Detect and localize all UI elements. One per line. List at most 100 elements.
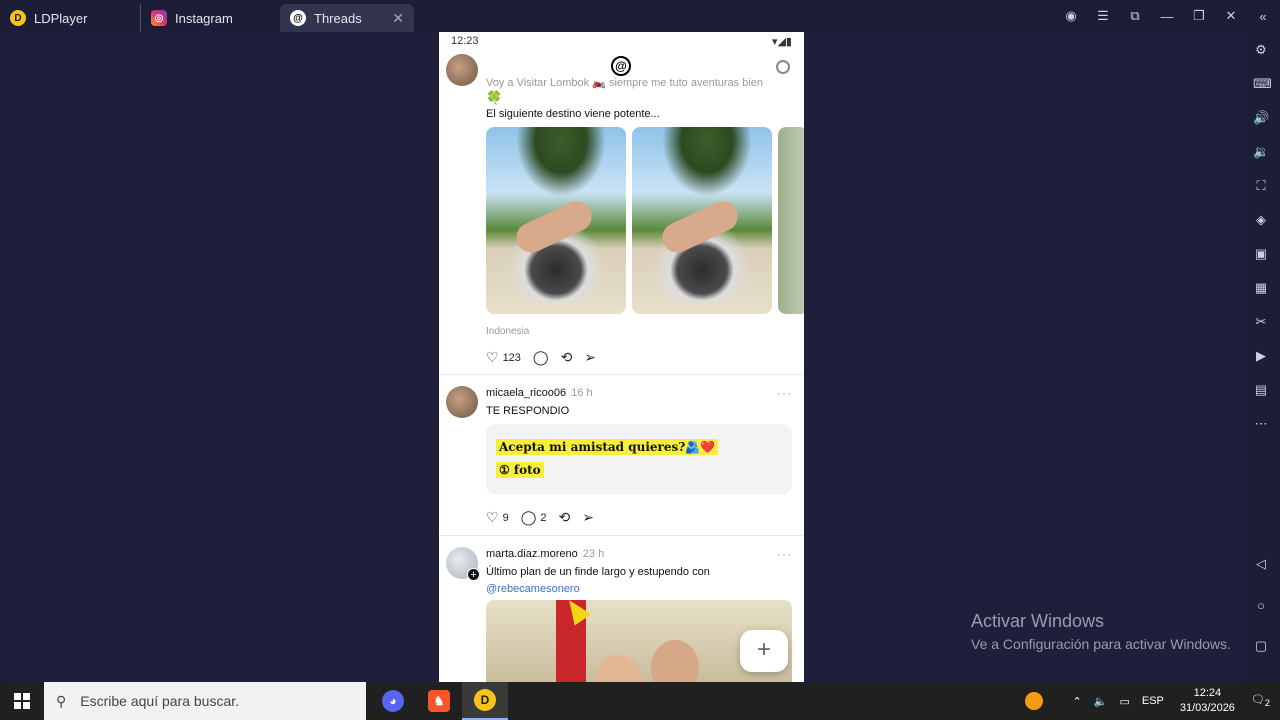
reply-button[interactable]: ◯ 2 [521,509,547,526]
volume-down-icon[interactable]: 🔉 [1253,144,1269,160]
search-icon: ⚲ [56,692,67,709]
notifications-icon[interactable]: 🗨2 [1251,693,1270,708]
reply-count: 2 [540,511,547,524]
post-text: Último plan de un finde largo y estupend… [486,566,710,578]
more-icon[interactable]: ··· [777,386,792,400]
record-video-icon[interactable]: ▶ [1253,348,1269,364]
post-actions: ♡ 123 ◯ ⟲ ➢ [486,349,596,366]
account-icon[interactable]: ◉ [1064,8,1078,24]
heart-icon: ♡ [486,349,499,365]
share-button[interactable]: ➢ [584,349,596,366]
ldplayer-app[interactable]: D [462,682,508,720]
brave-app[interactable]: ♞ [416,682,462,720]
send-icon: ➢ [584,349,597,365]
start-button[interactable] [0,682,44,720]
quoted-image[interactable]: Acepta mi amistad quieres?🫂❤️ ① foto [486,424,792,494]
language-indicator[interactable]: ESP [1142,695,1164,707]
tab-threads[interactable]: @ Threads ✕ [280,4,414,32]
phone-screen: 12:23 ▾◢▮ ☰ @ Voy a Visitar Lombok 🏍️ si… [439,32,804,682]
threads-icon: @ [290,10,306,26]
more-icon[interactable]: ··· [777,547,792,561]
divider [439,535,804,536]
palm-tree [516,127,606,197]
username[interactable]: marta.diaz.moreno [486,548,578,560]
chevron-up-icon[interactable]: ⌃ [1073,695,1082,708]
comment-icon: ◯ [520,509,537,525]
android-back-icon[interactable]: ◁ [1253,556,1269,572]
tab-ldplayer[interactable]: D LDPlayer [0,4,140,32]
photo-carousel[interactable] [486,127,804,314]
close-window-icon[interactable]: ✕ [1224,8,1238,24]
more-options-icon[interactable]: ⋯ [1253,416,1269,432]
clock-time: 12:24 [1193,687,1222,699]
orange-app-icon[interactable] [1024,692,1043,710]
watermark-subtitle: Ve a Configuración para activar Windows. [971,636,1231,652]
heart-icon: ♡ [486,509,499,525]
avatar[interactable] [446,386,478,418]
send-icon: ➢ [582,509,594,525]
avatar[interactable] [446,54,478,86]
windows-activation-watermark: Activar Windows Ve a Configuración para … [971,611,1231,652]
tab-instagram[interactable]: ◎ Instagram [140,4,280,32]
minimize-icon[interactable]: — [1160,9,1174,24]
like-button[interactable]: ♡ 9 [486,509,509,526]
speaker-icon[interactable]: 🔈 [1094,695,1108,708]
repost-button[interactable]: ⟲ [558,509,570,526]
threads-logo-icon[interactable]: @ [611,56,631,76]
reply-button[interactable]: ◯ [533,349,549,366]
close-tab-icon[interactable]: ✕ [392,10,404,27]
post-location[interactable]: Indonesia [486,326,529,337]
apk-install-icon[interactable]: ▦ [1253,280,1269,296]
watermark-title: Activar Windows [971,611,1105,631]
username[interactable]: micaela_ricoo06 [486,387,566,399]
sync-icon[interactable]: ▤ [1253,382,1269,398]
new-thread-button[interactable]: + [740,630,788,672]
keyboard-icon[interactable]: ⌨ [1253,76,1272,92]
fullscreen-icon[interactable]: ⛶ [1253,178,1269,194]
post-time: 16 h [571,387,593,399]
post-photo[interactable] [778,127,804,314]
discord-icon: ◕ [382,690,404,712]
share-button[interactable]: ➢ [582,509,594,526]
post-username[interactable]: marta.diaz.moreno 23 h [486,548,604,560]
maximize-icon[interactable]: ❐ [1192,8,1206,24]
status-time: 12:23 [451,35,479,47]
notification-count: 2 [1264,698,1270,709]
network-icon[interactable]: ▭ [1119,695,1129,708]
clover-emoji: 🍀 [486,90,503,105]
left-edge [0,32,6,682]
repost-icon: ⟲ [560,349,573,365]
taskbar-search[interactable]: ⚲ Escribe aquí para buscar. [44,682,366,720]
emulator-toolbar: ⚙ ⌨ 🔊 🔉 ⛶ ◈ ▣ ▦ ✂ ▶ ▤ ⋯ ◁ ○ ▢ [1242,32,1280,682]
taskbar-clock[interactable]: 12:24 31/03/2026 [1180,686,1235,716]
settings-icon[interactable]: ⚙ [1253,42,1269,58]
android-recents-icon[interactable]: ▢ [1253,638,1269,654]
discord-app[interactable]: ◕ [370,682,416,720]
repost-button[interactable]: ⟲ [561,349,573,366]
follow-plus-icon[interactable]: + [467,568,480,581]
tab-label: LDPlayer [34,10,88,26]
mention-link[interactable]: @rebecamesonero [486,583,580,595]
collapse-sidebar-icon[interactable]: « [1256,9,1270,24]
brave-icon: ♞ [428,690,450,712]
post-actions: ♡ 9 ◯ 2 ⟲ ➢ [486,509,594,526]
repost-icon: ⟲ [558,509,571,525]
search-placeholder: Escribe aquí para buscar. [80,693,240,709]
divider [439,374,804,375]
post-caption: El siguiente destino viene potente... [486,108,660,120]
restore-layout-icon[interactable]: ⧉ [1128,8,1142,24]
post-photo[interactable] [632,127,772,314]
ldplayer-icon: D [474,689,496,711]
volume-up-icon[interactable]: 🔊 [1253,110,1269,126]
instagram-icon: ◎ [151,10,167,26]
person [651,640,699,682]
multi-window-icon[interactable]: ▣ [1253,246,1269,262]
like-button[interactable]: ♡ 123 [486,349,521,366]
location-icon[interactable]: ◈ [1253,212,1269,228]
menu-icon[interactable]: ☰ [1096,8,1110,24]
scissors-icon[interactable]: ✂ [1253,314,1269,330]
post-photo[interactable] [486,127,626,314]
android-home-icon[interactable]: ○ [1253,598,1269,614]
search-icon[interactable] [776,60,790,74]
post-username[interactable]: micaela_ricoo06 16 h [486,387,593,399]
